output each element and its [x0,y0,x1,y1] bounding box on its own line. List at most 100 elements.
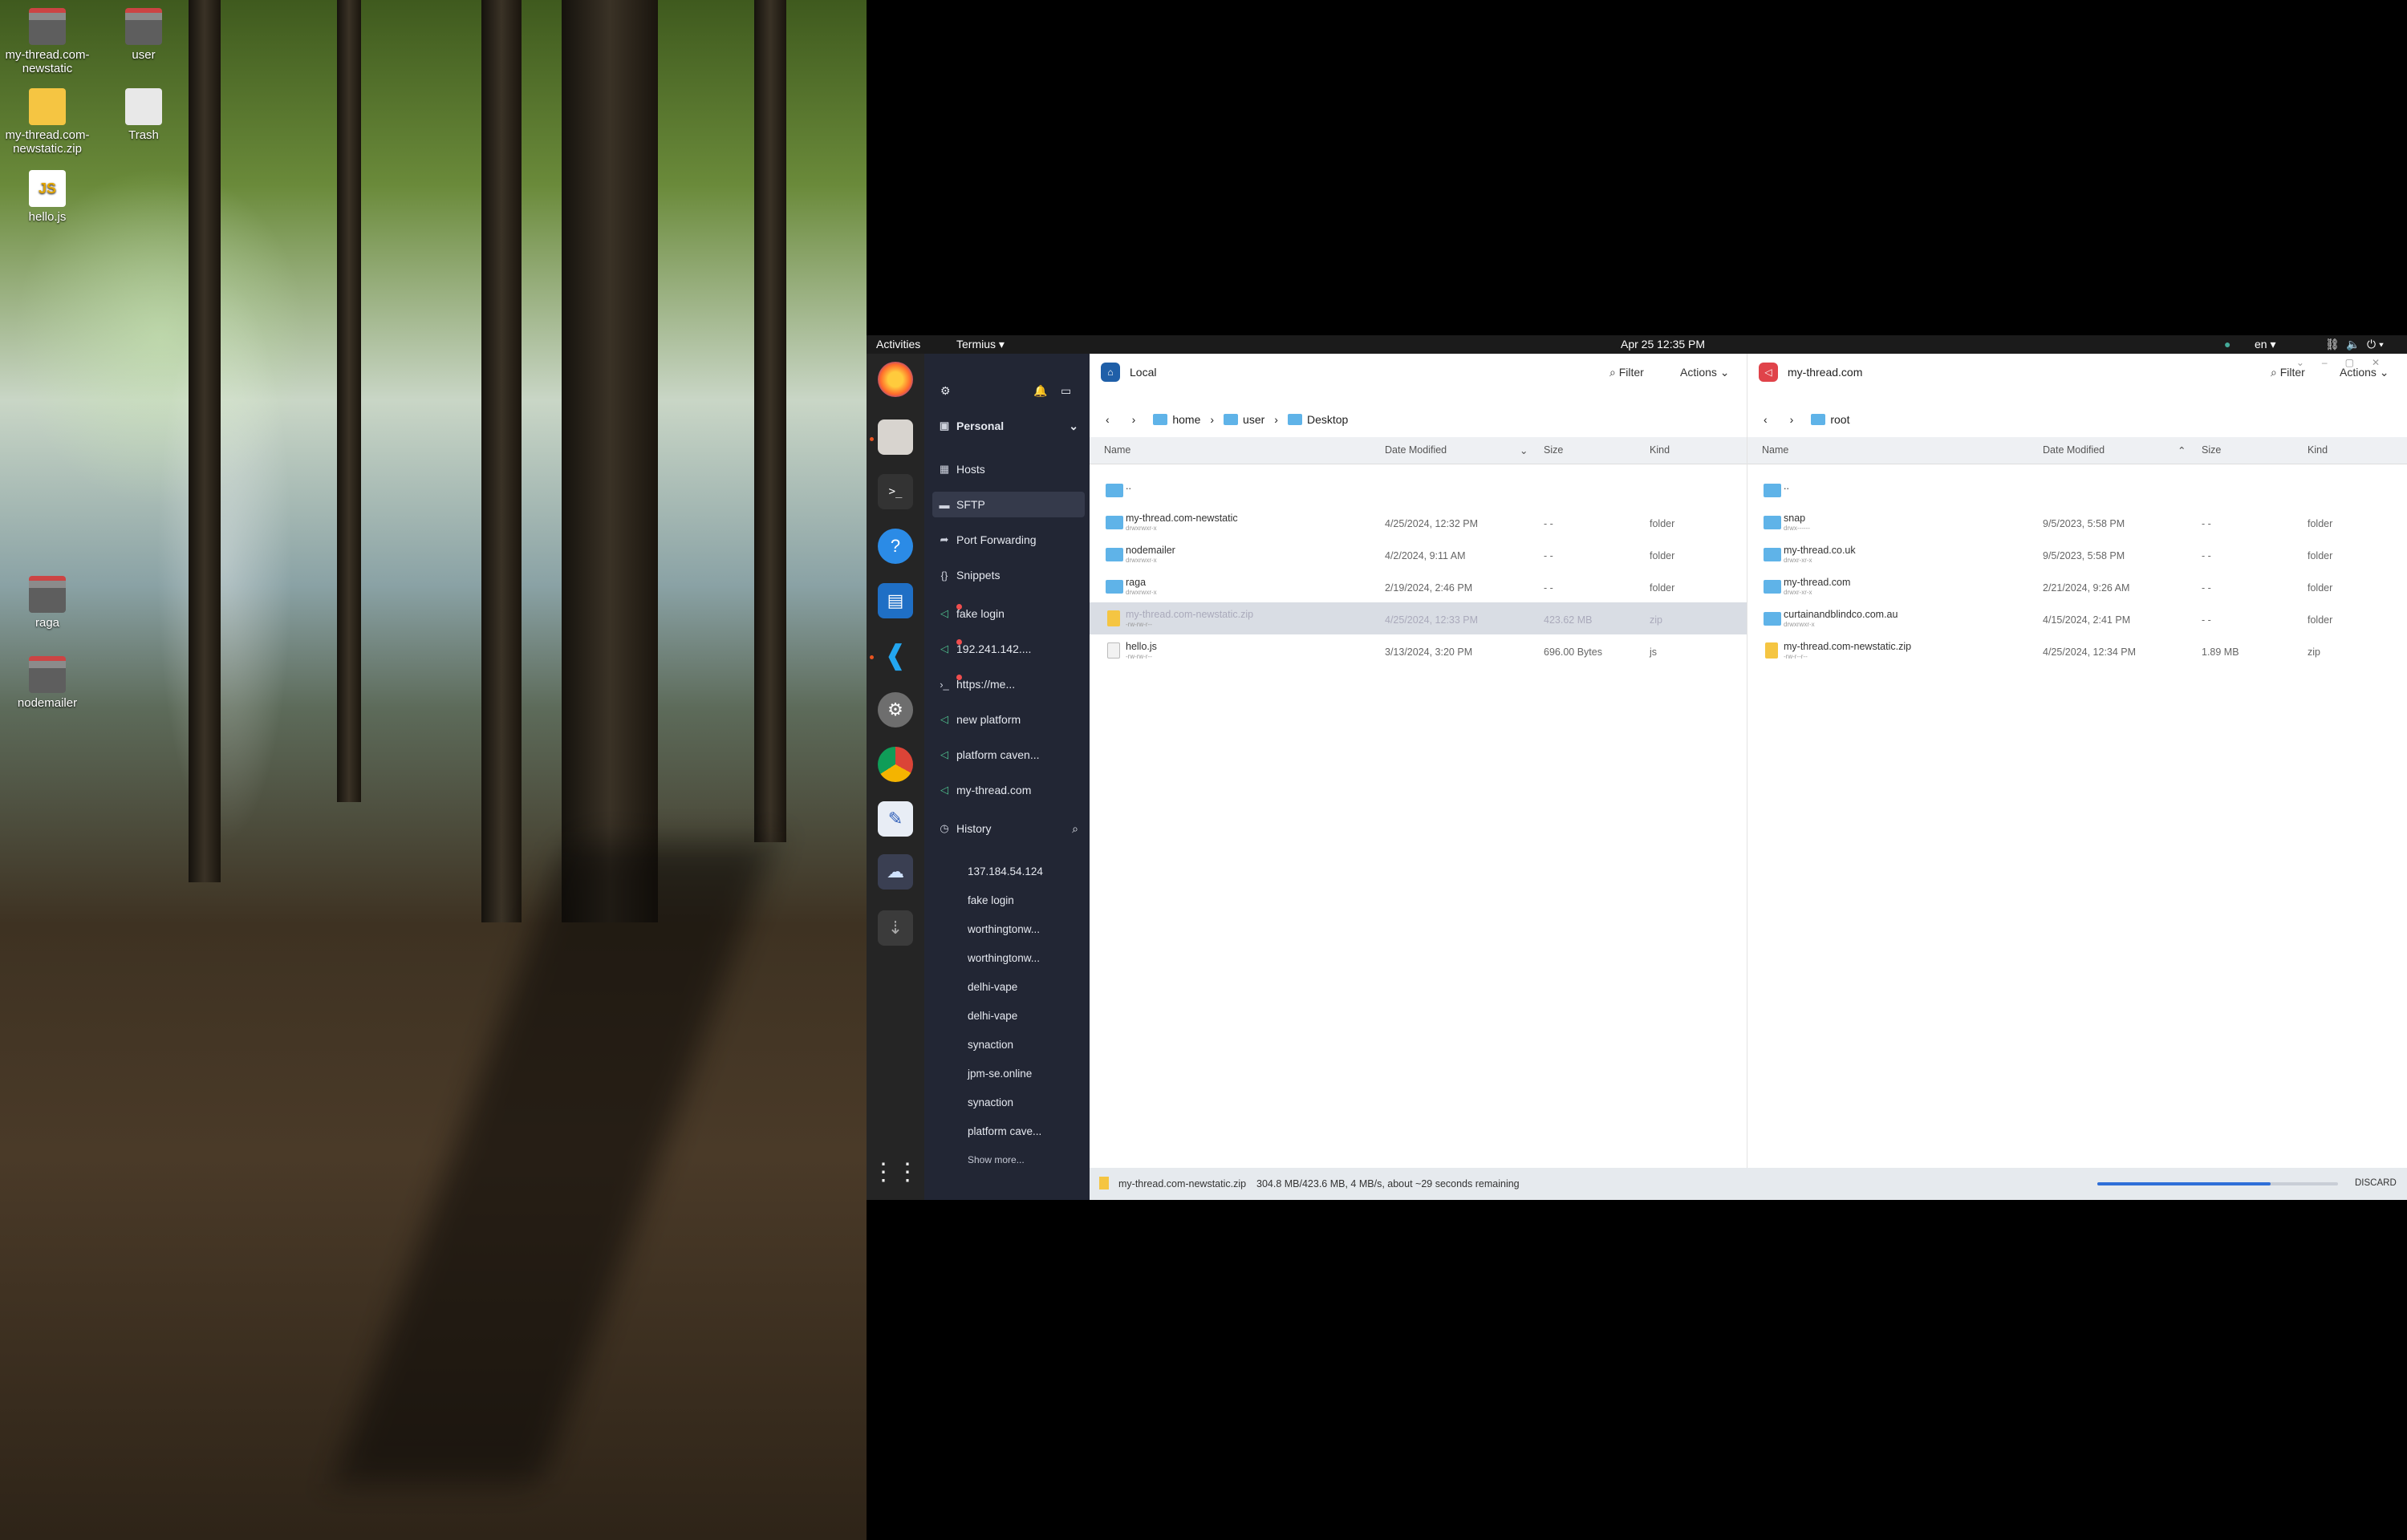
col-name[interactable]: Name [1104,444,1130,456]
vault-selector[interactable]: ▣ Personal ⌄ [932,413,1085,439]
file-row[interactable]: snap drwx------ 9/5/2023, 5:58 PM - - folder [1747,506,2407,538]
history-item[interactable]: synaction [968,1039,1013,1051]
chrome-icon[interactable] [878,747,913,782]
history-item[interactable]: worthingtonw... [968,952,1040,964]
file-row[interactable]: hello.js -rw-rw-r-- 3/13/2024, 3:20 PM 696.… [1090,634,1747,667]
file-name: hello.js [1126,641,1157,652]
desktop-icon[interactable]: nodemailer [0,656,95,710]
firefox-icon[interactable] [878,362,913,397]
settings-icon[interactable]: ⚙ [940,384,951,398]
host-label: https://me... [956,678,1016,691]
nav-label: Port Forwarding [956,533,1037,546]
file-row[interactable]: raga drwxrwxr-x 2/19/2024, 2:46 PM - - folde… [1090,570,1747,602]
file-row[interactable]: my-thread.com-newstatic.zip -rw-rw-r-- 4/2… [1090,602,1747,634]
show-apps-icon[interactable]: ⋮⋮ [871,1154,919,1189]
file-row[interactable]: my-thread.co.uk drwxr-xr-x 9/5/2023, 5:58 … [1747,538,2407,570]
terminal-icon[interactable]: >_ [878,474,913,509]
desktop-icon[interactable]: raga [0,576,95,630]
desktop-icon[interactable]: JS hello.js [0,170,95,224]
history-item[interactable]: platform cave... [968,1125,1041,1137]
file-size: - - [1544,518,1553,529]
files-icon[interactable] [878,419,913,455]
history-item[interactable]: fake login [968,894,1014,906]
volume-icon[interactable]: 🔈 [2346,338,2360,351]
col-kind[interactable]: Kind [2308,444,2328,456]
desktop-icon-label: raga [35,616,60,630]
file-row[interactable]: nodemailer drwxrwxr-x 4/2/2024, 9:11 AM - -… [1090,538,1747,570]
file-row[interactable]: my-thread.com-newstatic drwxrwxr-x 4/25/20… [1090,506,1747,538]
col-name[interactable]: Name [1762,444,1788,456]
terminal-window-icon[interactable]: ▭ [1061,384,1071,398]
breadcrumb-item[interactable]: home [1172,413,1200,426]
file-row[interactable]: .. [1090,474,1747,506]
activities-button[interactable]: Activities [876,338,920,351]
desktop-icon[interactable]: Trash [96,88,191,142]
search-icon[interactable]: ⌕ [1072,822,1078,836]
forward-icon[interactable]: › [1132,413,1136,426]
text-editor-icon[interactable]: ✎ [878,801,913,837]
settings-icon[interactable]: ⚙ [878,692,913,727]
history-header[interactable]: ◷ History ⌕ [932,816,1085,841]
host-item[interactable]: ›_ https://me... [932,671,1085,697]
forward-icon[interactable]: › [1790,413,1794,426]
col-date[interactable]: Date Modified [2043,444,2105,456]
nav-hosts[interactable]: ▦ Hosts [932,456,1085,482]
help-icon[interactable]: ? [878,529,913,564]
host-item[interactable]: ◁ my-thread.com [932,777,1085,803]
progress-fill [2097,1182,2271,1185]
history-item[interactable]: 137.184.54.124 [968,865,1043,877]
history-item[interactable]: worthingtonw... [968,923,1040,935]
desktop-icon[interactable]: user [96,8,191,62]
termius-icon[interactable]: ☁ [878,854,913,890]
host-item[interactable]: ◁ platform caven... [932,742,1085,768]
file-name: snap [1784,513,1806,524]
desktop-icon[interactable]: my-thread.com-newstatic [0,8,95,75]
file-name: my-thread.com-newstatic [1126,513,1238,524]
file-size: 423.62 MB [1544,614,1593,626]
breadcrumb-item[interactable]: user [1243,413,1264,426]
file-row[interactable]: my-thread.com-newstatic.zip -rw-r--r-- 4/2… [1747,634,2407,667]
desktop-icon[interactable]: my-thread.com-newstatic.zip [0,88,95,156]
col-size[interactable]: Size [1544,444,1563,456]
history-item[interactable]: jpm-se.online [968,1068,1032,1080]
discard-button[interactable]: DISCARD [2355,1178,2397,1188]
col-date[interactable]: Date Modified [1385,444,1447,456]
host-item[interactable]: ◁ new platform [932,707,1085,732]
file-row[interactable]: curtainandblindco.com.au drwxrwxr-x 4/15/2… [1747,602,2407,634]
power-icon[interactable]: ⏻ ▾ [2367,338,2384,351]
notification-bell-icon[interactable]: 🔔 [1033,384,1047,398]
back-icon[interactable]: ‹ [1764,413,1768,426]
clock[interactable]: Apr 25 12:35 PM [1621,338,1705,351]
history-item[interactable]: synaction [968,1096,1013,1108]
filter-button[interactable]: ⌕ Filter [1609,366,1644,379]
nav-sftp[interactable]: ▬ SFTP [932,492,1085,517]
language-indicator[interactable]: en ▾ [2255,338,2276,351]
nav-port-forwarding[interactable]: ➦ Port Forwarding [932,527,1085,553]
history-item[interactable]: delhi-vape [968,1010,1017,1022]
writer-icon[interactable]: ▤ [878,583,913,618]
sftp-main: ⌂ Local ⌕ Filter Actions ⌄ ‹ › home › use… [1090,354,2407,1200]
vscode-icon[interactable]: ❰ [878,638,913,673]
app-menu[interactable]: Termius ▾ [956,338,1005,351]
file-name: curtainandblindco.com.au [1784,609,1898,620]
actions-button[interactable]: Actions ⌄ [1680,366,1730,379]
breadcrumb-item[interactable]: root [1830,413,1849,426]
col-size[interactable]: Size [2202,444,2221,456]
chrome-tray-icon[interactable]: ● [2224,338,2230,351]
top-bar: Activities Termius ▾ Apr 25 12:35 PM ● e… [867,335,2407,354]
window-controls[interactable]: ⌄–▢✕ [2296,357,2397,368]
tree-trunk [562,0,658,922]
show-more-link[interactable]: Show more... [968,1154,1025,1165]
history-item[interactable]: delhi-vape [968,981,1017,993]
col-kind[interactable]: Kind [1650,444,1670,456]
breadcrumb-item[interactable]: Desktop [1307,413,1348,426]
back-icon[interactable]: ‹ [1106,413,1110,426]
nav-snippets[interactable]: {} Snippets [932,562,1085,588]
file-row[interactable]: my-thread.com drwxr-xr-x 2/21/2024, 9:26 A… [1747,570,2407,602]
host-item[interactable]: ◁ fake login [932,601,1085,626]
usb-icon[interactable]: ⇣ [878,910,913,946]
host-item[interactable]: ◁ 192.241.142.... [932,636,1085,662]
network-icon[interactable]: ⛓ [2325,338,2340,351]
host-label: new platform [956,713,1021,726]
file-row[interactable]: .. [1747,474,2407,506]
